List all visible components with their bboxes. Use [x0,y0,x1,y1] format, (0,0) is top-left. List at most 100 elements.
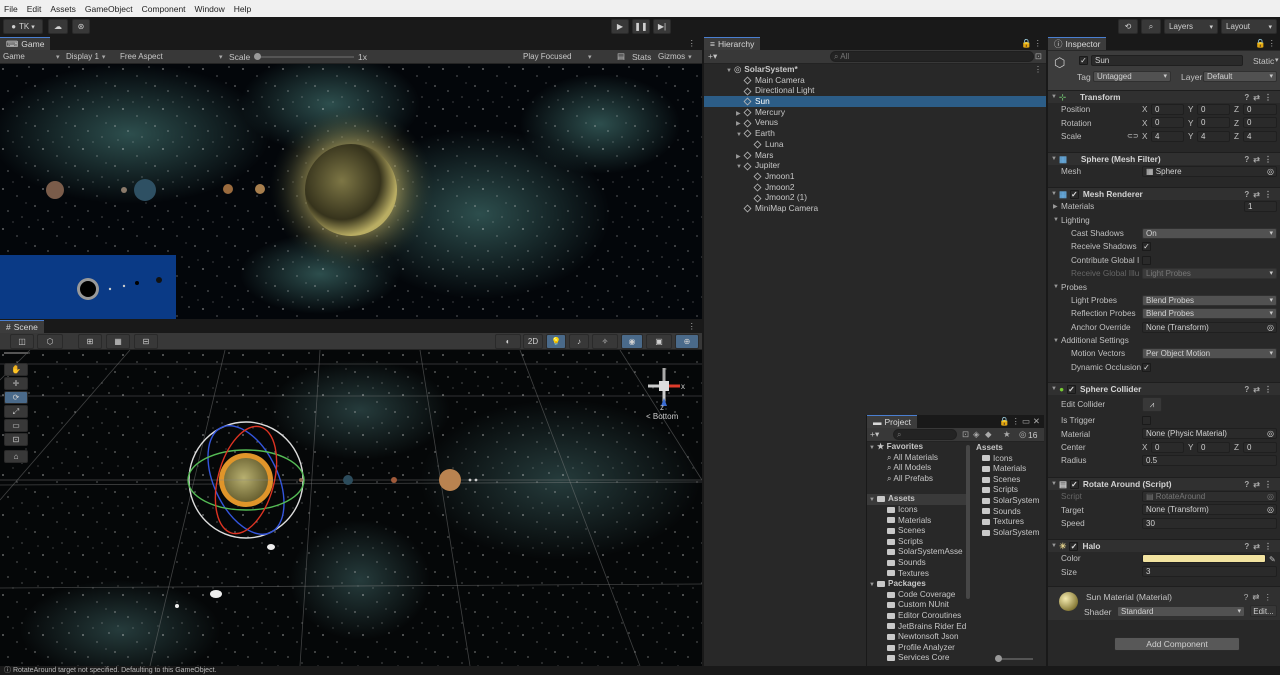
hierarchy-item[interactable]: Sun [704,96,1046,107]
undo-history-button[interactable]: ⟲ [1118,19,1138,34]
add-component-button[interactable]: Add Component [1114,637,1240,651]
layers-dropdown[interactable]: Layers ▾ [1164,19,1218,34]
collab-button[interactable]: ⊛ [72,19,90,34]
search-by-label-icon[interactable]: ◈ [973,429,980,440]
cast-shadows-dropdown[interactable]: On [1142,227,1277,239]
add-object-button[interactable]: +▾ [708,51,717,62]
search-filter-icon[interactable]: ⊡ [1035,51,1042,62]
center-x-field[interactable]: 0 [1151,441,1184,453]
component-menu-icons[interactable]: ?⇄⋮ [1244,155,1276,164]
hierarchy-item[interactable]: Directional Light [704,85,1046,96]
scale-tool-button[interactable]: ⤢ [4,405,28,418]
lighting-toggle[interactable]: 💡 [546,334,566,349]
component-menu-icons[interactable]: ?⇄⋮ [1244,93,1276,102]
pause-button[interactable]: ❚❚ [632,19,650,34]
package-folder[interactable]: JetBrains Rider Ed [867,622,967,633]
reflection-probes-dropdown[interactable]: Blend Probes [1142,308,1277,320]
is-trigger-checkbox[interactable] [1142,416,1151,425]
asset-folder[interactable]: SolarSystemAsse [867,547,967,558]
object-picker-icon[interactable]: ◎ [1267,323,1274,332]
scene-tab-menu-icon[interactable]: ⋮ [688,321,697,332]
motion-vectors-dropdown[interactable]: Per Object Motion [1142,348,1277,360]
inspector-menu-icon[interactable]: ⋮ [1268,38,1277,49]
hierarchy-item[interactable]: Jmoon1 [704,171,1046,182]
halo-size-field[interactable]: 3 [1142,566,1277,578]
project-search-input[interactable]: ⌕ [893,429,957,440]
component-menu-icons[interactable]: ?⇄⋮ [1244,542,1276,551]
hierarchy-item[interactable]: Luna [704,139,1046,150]
favorite-item[interactable]: ⌕ All Prefabs [867,474,967,485]
halo-color-swatch[interactable] [1142,554,1266,563]
hierarchy-item[interactable]: ▼ Earth [704,128,1046,139]
dynamic-occlusion-checkbox[interactable]: ✓ [1142,362,1151,372]
hierarchy-item[interactable]: Jmoon2 [704,182,1046,193]
menu-assets[interactable]: Assets [50,4,76,14]
speed-field[interactable]: 30 [1142,517,1277,529]
asset-grid-item[interactable]: Scripts [974,485,1045,496]
label-icon[interactable]: ◆ [985,429,992,440]
asset-grid-item[interactable]: Sounds [974,507,1045,518]
game-mode-dropdown[interactable]: Game [3,52,60,61]
search-button[interactable]: ⌕ [1141,19,1161,34]
scale-z-field[interactable]: 4 [1243,130,1277,142]
hierarchy-search-input[interactable]: ⌕ All [830,51,1034,62]
sphere-collider-enabled[interactable]: ✓ [1067,384,1077,394]
render-mode-button[interactable]: ⬡ [37,334,63,349]
menu-file[interactable]: File [4,4,18,14]
camera-settings-button[interactable]: ▣ [646,334,672,349]
asset-folder[interactable]: Textures [867,569,967,580]
anchor-override-field[interactable]: None (Transform) ◎ [1142,321,1277,333]
rotate-around-enabled[interactable]: ✓ [1069,479,1079,489]
component-menu-icons[interactable]: ?⇄⋮ [1244,385,1276,394]
asset-folder[interactable]: Scenes [867,526,967,537]
display-dropdown[interactable]: Display 1 [66,52,105,61]
hierarchy-item[interactable]: ▶ Venus [704,117,1046,128]
assets-header[interactable]: ▼ Assets [867,494,967,505]
light-probes-dropdown[interactable]: Blend Probes [1142,294,1277,306]
position-y-field[interactable]: 0 [1197,104,1230,115]
object-picker-icon[interactable]: ◎ [1267,505,1274,514]
asset-grid-item[interactable]: Materials [974,464,1045,475]
eyedropper-icon[interactable]: ✎ [1269,554,1276,564]
materials-row[interactable]: ▶ Materials 1 [1048,200,1280,213]
physic-material-field[interactable]: None (Physic Material) ◎ [1142,428,1277,440]
rotation-x-field[interactable]: 0 [1151,117,1184,129]
hierarchy-item[interactable]: Jmoon2 (1) [704,192,1046,203]
object-name-input[interactable]: Sun [1091,55,1243,66]
tab-hierarchy[interactable]: ≡ Hierarchy [704,37,761,50]
lighting-row[interactable]: ▼ Lighting [1048,213,1280,226]
probes-row[interactable]: ▼ Probes [1048,280,1280,293]
orientation-button[interactable]: ◐ [495,334,521,349]
shader-dropdown[interactable]: Standard [1117,606,1245,617]
game-viewport[interactable] [0,64,702,319]
component-menu-icons[interactable]: ?⇄⋮ [1244,190,1276,199]
scale-x-field[interactable]: 4 [1151,130,1184,142]
radius-field[interactable]: 0.5 [1142,455,1277,467]
icon-size-slider[interactable] [995,655,1033,662]
play-focused-dropdown[interactable]: Play Focused [523,52,592,61]
aspect-dropdown[interactable]: Free Aspect [120,52,223,61]
scale-slider-handle[interactable] [254,53,261,60]
asset-folder[interactable]: Icons [867,505,967,516]
layer-dropdown[interactable]: Default [1203,71,1277,82]
center-y-field[interactable]: 0 [1197,441,1230,453]
effects-toggle[interactable]: ✧ [592,334,618,349]
account-button[interactable]: ● TK ▾ [3,19,43,34]
component-menu-icons[interactable]: ?⇄⋮ [1244,480,1276,489]
mesh-filter-header[interactable]: ▼ ▦ Sphere (Mesh Filter) ?⇄⋮ [1048,152,1280,165]
asset-folder[interactable]: Materials [867,516,967,527]
2d-toggle[interactable]: 2D [523,334,543,349]
tag-dropdown[interactable]: Untagged [1093,71,1171,82]
materials-count-field[interactable]: 1 [1244,201,1277,212]
mesh-renderer-enabled[interactable]: ✓ [1069,189,1079,199]
game-tab-menu-icon[interactable]: ⋮ [688,38,697,49]
hierarchy-menu-icon[interactable]: ⋮ [1034,38,1043,49]
step-button[interactable]: ▶| [653,19,671,34]
custom-tool-button[interactable]: ⌂ [4,450,28,463]
asset-grid-item[interactable]: Scenes [974,475,1045,486]
hand-tool-button[interactable]: ✋ [4,363,28,376]
mesh-field[interactable]: ▦ Sphere ◎ [1142,166,1277,177]
package-folder[interactable]: Newtonsoft Json [867,632,967,643]
menu-help[interactable]: Help [234,4,251,14]
layout-dropdown[interactable]: Layout ▾ [1221,19,1277,34]
